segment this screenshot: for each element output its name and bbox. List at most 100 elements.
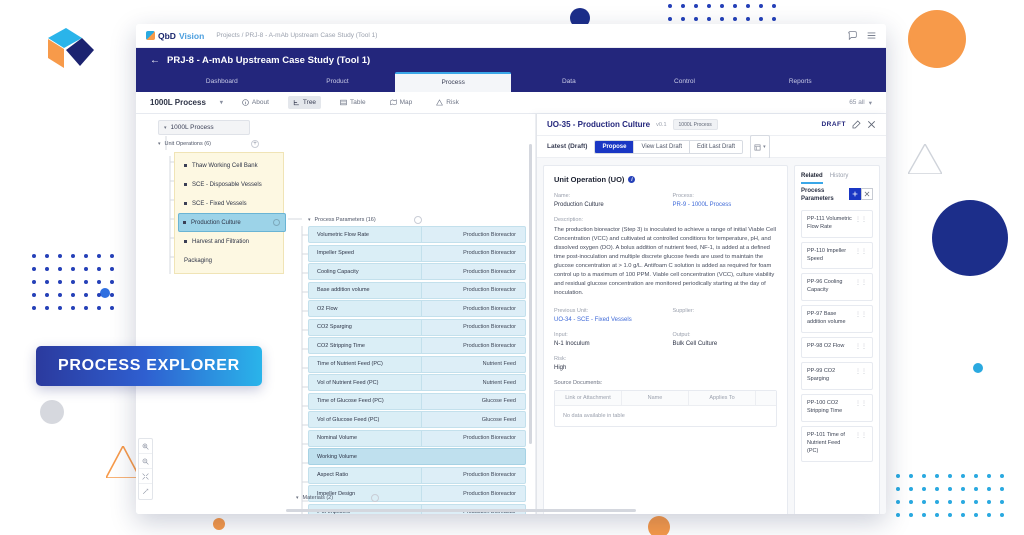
parameter-row[interactable]: CO2 Stripping Time Production Bioreactor (308, 337, 526, 354)
related-item-label: PP-97 Base addition volume (807, 311, 846, 326)
tab-history[interactable]: History (830, 173, 849, 184)
propose-button[interactable]: Propose (595, 140, 635, 153)
zoom-in-icon[interactable] (139, 439, 152, 454)
drag-handle-icon[interactable]: ⋮⋮ (855, 311, 867, 327)
drag-handle-icon[interactable]: ⋮⋮ (855, 279, 867, 295)
process-value-link[interactable]: PR-9 - 1000L Process (673, 202, 778, 208)
process-parameters-header[interactable]: ▾ Process Parameters (16) (308, 216, 422, 224)
fullscreen-icon[interactable] (139, 484, 152, 499)
name-field: Name: Production Culture (554, 193, 659, 208)
drag-handle-icon[interactable]: ⋮⋮ (855, 368, 867, 384)
view-button-table[interactable]: Table (335, 96, 371, 109)
process-select[interactable]: 1000L Process ▾ (150, 98, 223, 107)
chat-icon[interactable] (848, 31, 857, 40)
view-button-tree[interactable]: Tree (287, 96, 322, 109)
parameter-row[interactable]: Impeller Speed Production Bioreactor (308, 244, 526, 262)
zoom-out-icon[interactable] (139, 454, 152, 469)
parameter-row[interactable]: Volumetric Flow Rate Production Bioreact… (308, 226, 526, 243)
view-button-map[interactable]: Map (385, 96, 418, 109)
parameter-row[interactable]: CO2 Sparging Production Bioreactor (308, 318, 526, 336)
parameter-row[interactable]: Vol of Nutrient Feed (PC) Nutrient Feed (308, 374, 526, 391)
grid-view-icon[interactable] (849, 188, 861, 200)
column-header-link-or-attachment[interactable]: Link or Attachment (555, 390, 622, 405)
column-header-name[interactable]: Name (622, 390, 689, 405)
parameter-row[interactable]: Cooling Capacity Production Bioreactor (308, 263, 526, 280)
hamburger-menu-icon[interactable] (867, 31, 876, 40)
tree-pane[interactable]: ▾ 1000L Process ▾ Unit Operations (6) + … (136, 114, 536, 514)
detail-panel-header: UO-35 - Production Culture v0.1 1000L Pr… (537, 114, 886, 136)
related-item[interactable]: PP-97 Base addition volume ⋮⋮ (801, 305, 873, 334)
tree-item-sce-disposable-vessels[interactable]: SCE - Disposable Vessels (180, 175, 284, 194)
tab-reports[interactable]: Reports (742, 72, 858, 92)
tab-control[interactable]: Control (627, 72, 743, 92)
node-bullet-icon (184, 202, 187, 205)
column-header-applies-to[interactable]: Applies To (689, 390, 756, 405)
detail-process-badge: 1000L Process (672, 119, 718, 130)
description-label: Description: (554, 217, 584, 223)
close-icon[interactable] (861, 188, 873, 200)
edit-icon[interactable] (852, 120, 861, 129)
tree-item-sce-fixed-vessels[interactable]: SCE - Fixed Vessels (180, 194, 284, 213)
tab-product[interactable]: Product (280, 72, 396, 92)
related-item[interactable]: PP-111 Volumetric Flow Rate ⋮⋮ (801, 209, 873, 238)
output-value: Bulk Cell Culture (672, 340, 718, 347)
parameter-row[interactable]: Time of Glucose Feed (PC) Glucose Feed (308, 392, 526, 410)
tree-item-harvest-and-filtration[interactable]: Harvest and Filtration (180, 232, 284, 251)
related-items-list[interactable]: PP-111 Volumetric Flow Rate ⋮⋮ PP-110 Im… (801, 209, 873, 514)
parameter-name: Working Volume (308, 448, 526, 465)
output-label: Output: (672, 331, 691, 338)
tab-related[interactable]: Related (801, 173, 823, 184)
table-icon (340, 99, 347, 106)
related-item[interactable]: PP-98 O2 Flow ⋮⋮ (801, 337, 873, 359)
add-unit-operation-button[interactable]: + (250, 140, 259, 148)
fit-screen-icon[interactable] (139, 469, 152, 484)
brand-name-secondary: Vision (178, 30, 205, 41)
drag-handle-icon[interactable]: ⋮⋮ (855, 343, 867, 352)
tree-item-thaw-working-cell-bank[interactable]: Thaw Working Cell Bank (180, 156, 284, 175)
node-action-icon[interactable] (273, 219, 280, 226)
tree-item-packaging[interactable]: Packaging (180, 251, 284, 270)
parameter-row[interactable]: Aspect Ratio Production Bioreactor (308, 466, 526, 484)
view-last-draft-button[interactable]: View Last Draft (634, 140, 691, 153)
window-horizontal-scrollbar[interactable] (286, 509, 636, 512)
parameter-row[interactable]: Time of Nutrient Feed (PC) Nutrient Feed (308, 355, 526, 373)
parameter-row-working-volume[interactable]: Working Volume (308, 448, 526, 465)
toolbar-right-control[interactable]: 65 all ▾ (849, 99, 872, 107)
edit-last-draft-button[interactable]: Edit Last Draft (690, 140, 743, 153)
drag-handle-icon[interactable]: ⋮⋮ (855, 248, 867, 264)
tree-root-node[interactable]: ▾ 1000L Process (158, 120, 250, 135)
parameter-row[interactable]: Base addition volume Production Bioreact… (308, 281, 526, 299)
view-button-about[interactable]: About (237, 96, 274, 109)
tab-data[interactable]: Data (511, 72, 627, 92)
tree-item-label: SCE - Fixed Vessels (192, 200, 247, 207)
drag-handle-icon[interactable]: ⋮⋮ (855, 216, 867, 232)
related-item[interactable]: PP-101 Time of Nutrient Feed (PC) ⋮⋮ (801, 425, 873, 462)
view-button-risk[interactable]: Risk (431, 96, 464, 109)
add-process-parameter-button[interactable] (413, 216, 422, 224)
parameter-row[interactable]: O2 Flow Production Bioreactor (308, 300, 526, 317)
breadcrumb[interactable]: Projects / PRJ-8 - A-mAb Upstream Case S… (216, 32, 377, 39)
back-arrow-icon[interactable]: ← (150, 55, 160, 66)
close-icon[interactable] (867, 120, 876, 129)
related-item[interactable]: PP-99 CO2 Sparging ⋮⋮ (801, 362, 873, 390)
parameter-row[interactable]: Nominal Volume Production Bioreactor (308, 429, 526, 447)
add-material-button[interactable] (371, 494, 380, 502)
parameter-row[interactable]: Vol of Glucose Feed (PC) Glucose Feed (308, 411, 526, 428)
tab-dashboard[interactable]: Dashboard (164, 72, 280, 92)
related-item[interactable]: PP-110 Impeller Speed ⋮⋮ (801, 241, 873, 270)
view-button-risk-label: Risk (446, 99, 459, 106)
tree-item-production-culture[interactable]: Production Culture (178, 213, 286, 232)
drag-handle-icon[interactable]: ⋮⋮ (855, 400, 867, 416)
drag-handle-icon[interactable]: ⋮⋮ (855, 432, 867, 456)
info-icon[interactable]: i (628, 176, 636, 183)
canvas-scrollbar[interactable] (529, 144, 532, 444)
app-logo[interactable]: QbD Vision (146, 31, 204, 41)
previous-unit-link[interactable]: UO-34 - SCE - Fixed Vessels (554, 317, 659, 323)
materials-header[interactable]: ▾ Materials (2) (296, 494, 380, 502)
related-item[interactable]: PP-96 Cooling Capacity ⋮⋮ (801, 273, 873, 302)
tab-process[interactable]: Process (395, 72, 512, 92)
status-badge: DRAFT (821, 121, 846, 128)
related-item[interactable]: PP-100 CO2 Stripping Time ⋮⋮ (801, 393, 873, 422)
export-menu-button[interactable]: ▾ (750, 134, 770, 159)
tree-unit-operations-header[interactable]: ▾ Unit Operations (6) + (158, 140, 259, 148)
